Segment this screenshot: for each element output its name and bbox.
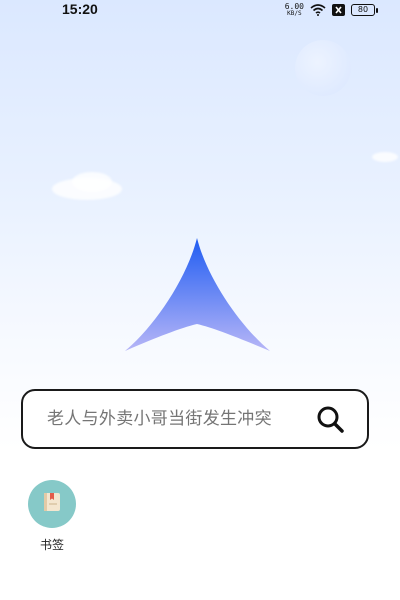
battery-icon: 80 <box>351 4 378 16</box>
cloud-decoration <box>72 172 112 192</box>
network-speed-value: 6.00 <box>284 2 304 11</box>
cloud-decoration <box>372 152 398 162</box>
status-time: 15:20 <box>62 1 98 17</box>
shortcut-bookmarks-label: 书签 <box>39 538 64 552</box>
notification-x-icon <box>332 1 345 20</box>
wifi-icon <box>310 1 326 20</box>
search-box[interactable] <box>21 389 369 449</box>
status-bar: 15:20 6.00 KB/S 80 <box>0 0 400 20</box>
search-input[interactable] <box>45 408 313 430</box>
status-icons: 6.00 KB/S 80 <box>284 1 378 20</box>
network-speed-unit: KB/S <box>287 10 302 17</box>
search-icon[interactable] <box>313 402 347 436</box>
bookmark-book-icon <box>40 490 64 518</box>
moon-decoration <box>295 40 351 96</box>
bookmark-icon-circle[interactable] <box>28 480 76 528</box>
app-logo <box>125 238 270 351</box>
shortcut-bookmarks[interactable]: 书签 <box>24 480 80 553</box>
network-speed: 6.00 KB/S <box>284 2 304 18</box>
